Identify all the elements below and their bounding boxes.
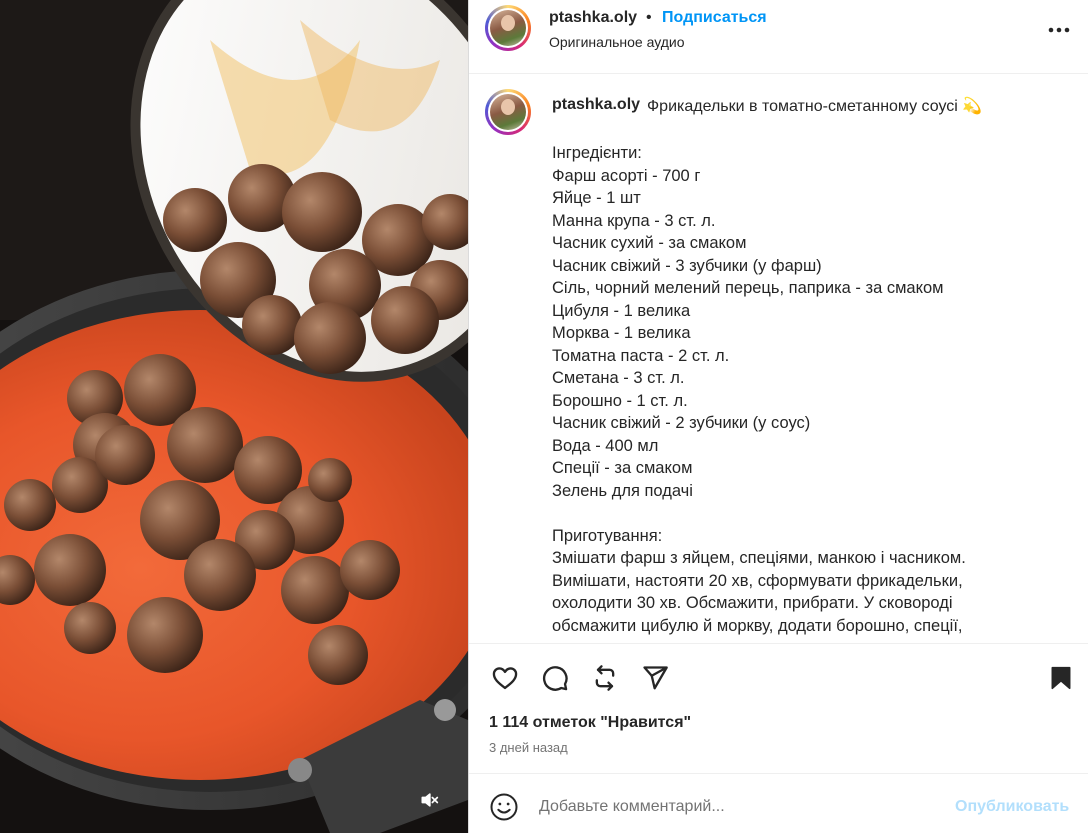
method-line: охолодити 30 хв. Обсмажити, прибрати. У …: [552, 594, 953, 612]
ingredient-line: Вода - 400 мл: [552, 436, 659, 455]
author-avatar[interactable]: [485, 5, 531, 51]
method-line: обсмажити цибулю й моркву, додати борошн…: [552, 616, 963, 635]
likes-count[interactable]: 1 114 отметок "Нравится": [489, 714, 691, 732]
ingredient-line: Яйце - 1 шт: [552, 189, 641, 207]
caption-avatar[interactable]: [485, 89, 531, 135]
ingredient-line: Манна крупа - 3 ст. л.: [552, 211, 716, 230]
caption-text: Інгредієнти: Фарш асорті - 700 г Яйце - …: [552, 142, 1052, 637]
follow-button[interactable]: Подписаться: [662, 9, 767, 27]
ingredient-line: Борошно - 1 ст. л.: [552, 391, 688, 410]
comment-bar: Опубликовать: [469, 773, 1088, 833]
caption-title: Фрикадельки в томатно-сметанному соусі 💫: [647, 98, 983, 115]
caption-username[interactable]: ptashka.oly: [552, 96, 640, 114]
ingredients-heading: Інгредієнти:: [552, 144, 642, 162]
ingredient-line: Сіль, чорний мелений перець, паприка - з…: [552, 279, 944, 297]
ingredient-line: Зелень для подачі: [552, 481, 693, 500]
caption-area: ptashka.oly Фрикадельки в томатно-сметан…: [469, 75, 1088, 643]
publish-button[interactable]: Опубликовать: [955, 798, 1069, 816]
ingredient-line: Морква - 1 велика: [552, 324, 691, 342]
comment-icon[interactable]: [539, 662, 571, 694]
comment-input[interactable]: [539, 792, 939, 822]
post-details-panel: ptashka.oly • Подписаться Оригинальное а…: [468, 0, 1088, 833]
ingredient-line: Томатна паста - 2 ст. л.: [552, 346, 730, 365]
bookmark-icon[interactable]: [1045, 662, 1077, 694]
heart-icon[interactable]: [489, 662, 521, 694]
ingredient-line: Фарш асорті - 700 г: [552, 166, 701, 185]
post-media-video[interactable]: [0, 0, 468, 833]
more-horizontal-icon[interactable]: [1047, 18, 1071, 42]
repost-icon[interactable]: [589, 662, 621, 694]
method-heading: Приготування:: [552, 526, 663, 545]
ingredient-line: Часник свіжий - 3 зубчики (у фарш): [552, 256, 822, 275]
separator-dot: •: [646, 9, 652, 26]
post-timestamp[interactable]: 3 дней назад: [489, 740, 568, 755]
ingredient-line: Цибуля - 1 велика: [552, 301, 691, 320]
avatar-image: [490, 10, 526, 46]
method-line: Змішати фарш з яйцем, спеціями, манкою і…: [552, 549, 966, 567]
emoji-icon[interactable]: [489, 792, 519, 822]
ingredient-line: Спеції - за смаком: [552, 459, 693, 477]
avatar-image: [490, 94, 526, 130]
post-header: ptashka.oly • Подписаться Оригинальное а…: [469, 0, 1088, 74]
sound-muted-icon[interactable]: [419, 790, 451, 822]
share-icon[interactable]: [639, 662, 671, 694]
method-line: Вимішати, настояти 20 хв, сформувати фри…: [552, 571, 963, 590]
post-actions: 1 114 отметок "Нравится" 3 дней назад: [469, 643, 1088, 773]
ingredient-line: Сметана - 3 ст. л.: [552, 369, 685, 387]
ingredient-line: Часник свіжий - 2 зубчики (у соус): [552, 414, 811, 432]
ingredient-line: Часник сухий - за смаком: [552, 234, 747, 252]
author-username[interactable]: ptashka.oly: [549, 9, 637, 27]
video-frame: [0, 0, 468, 833]
audio-label[interactable]: Оригинальное аудио: [549, 34, 685, 50]
